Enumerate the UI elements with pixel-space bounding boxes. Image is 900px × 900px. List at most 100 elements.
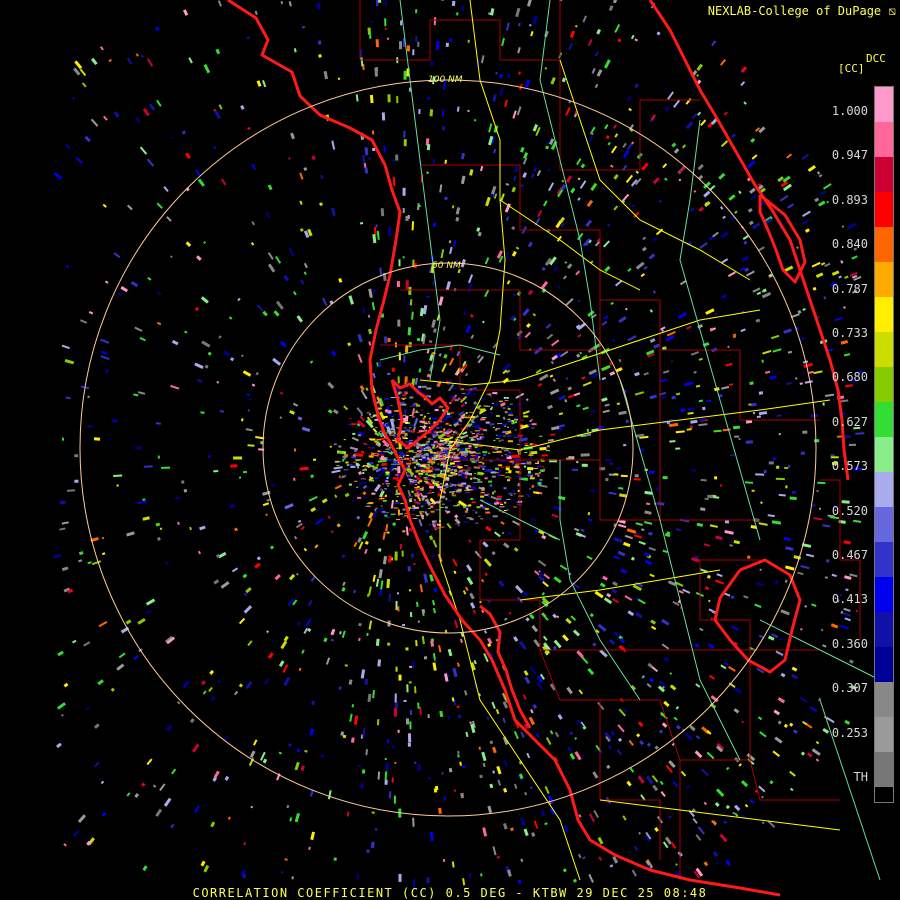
echo-gate — [492, 451, 498, 453]
echo-gate — [484, 477, 488, 480]
echo-gate — [532, 467, 538, 469]
echo-gate — [609, 462, 613, 465]
echo-gate — [338, 445, 342, 448]
echo-gate — [420, 420, 425, 423]
echo-gate — [449, 462, 455, 465]
echo-gate — [507, 420, 512, 423]
echo-gate — [414, 412, 420, 414]
echo-gate — [392, 159, 395, 162]
echo-gate — [381, 510, 386, 513]
echo-gate — [515, 470, 520, 474]
echo-gate — [651, 470, 655, 473]
ring-label-50: 50 NM — [432, 261, 461, 271]
echo-gate — [818, 507, 822, 510]
echo-gate — [434, 447, 436, 449]
echo-gate — [543, 467, 547, 469]
echo-gate — [415, 484, 418, 486]
echo-gate — [576, 461, 579, 464]
echo-gate — [474, 119, 477, 122]
echo-gate — [566, 457, 574, 460]
echo-gate — [504, 411, 508, 414]
echo-gate — [414, 418, 417, 420]
echo-gate — [513, 490, 515, 493]
echo-gate — [454, 431, 458, 434]
echo-gate — [456, 462, 459, 464]
echo-gate — [406, 476, 411, 479]
echo-gate — [426, 144, 431, 151]
echo-gate — [481, 417, 487, 419]
echo-gate — [497, 434, 502, 437]
echo-gate — [396, 463, 400, 465]
echo-gate — [554, 476, 559, 480]
echo-gate — [449, 38, 453, 42]
echo-gate — [472, 477, 476, 480]
echo-gate — [360, 783, 364, 789]
scale-swatch — [875, 717, 893, 753]
echo-gate — [349, 418, 352, 420]
echo-gate — [432, 467, 438, 470]
echo-gate — [785, 485, 788, 489]
echo-gate — [482, 462, 485, 465]
echo-gate — [488, 452, 491, 455]
echo-gate — [488, 480, 493, 483]
echo-gate — [460, 443, 463, 445]
echo-gate — [464, 456, 467, 458]
echo-gate — [377, 407, 382, 410]
echo-gate — [181, 480, 185, 484]
echo-gate — [342, 455, 348, 458]
scale-swatch — [875, 332, 893, 368]
echo-gate — [422, 417, 425, 420]
echo-gate — [428, 417, 431, 420]
scale-swatch — [875, 192, 893, 228]
echo-gate — [425, 447, 431, 450]
echo-gate — [430, 510, 435, 513]
echo-gate — [425, 501, 427, 504]
echo-gate — [398, 259, 401, 267]
echo-gate — [385, 762, 389, 771]
echo-gate — [293, 448, 297, 452]
echo-gate — [490, 396, 492, 398]
echo-gate — [420, 514, 424, 515]
scale-swatch — [875, 472, 893, 508]
echo-gate — [409, 299, 413, 306]
echo-gate — [493, 490, 496, 493]
echo-gate — [608, 473, 615, 476]
echo-gate — [434, 526, 440, 529]
echo-gate — [546, 445, 550, 448]
echo-gate — [365, 505, 371, 507]
echo-gate — [424, 479, 428, 481]
echo-gate — [403, 70, 407, 80]
echo-gate — [428, 507, 431, 509]
echo-gate — [366, 486, 369, 488]
echo-gate — [421, 609, 426, 614]
echo-gate — [364, 444, 368, 445]
echo-gate — [814, 439, 820, 443]
echo-gate — [464, 470, 467, 472]
echo-gate — [386, 739, 389, 744]
echo-gate — [444, 438, 450, 441]
echo-gate — [394, 551, 398, 561]
echo-gate — [524, 442, 528, 445]
echo-gate — [414, 494, 420, 497]
echo-gate — [369, 465, 374, 468]
echo-gate — [416, 432, 421, 433]
echo-gate — [366, 849, 370, 853]
echo-gate — [457, 463, 463, 465]
echo-gate — [469, 437, 475, 439]
echo-gate — [402, 394, 407, 397]
echo-gate — [481, 489, 485, 491]
echo-gate — [425, 482, 430, 484]
echo-gate — [415, 9, 418, 14]
echo-gate — [400, 512, 403, 515]
echo-gate — [440, 437, 445, 439]
echo-gate — [370, 20, 373, 23]
echo-gate — [463, 417, 469, 419]
echo-gate — [498, 464, 503, 467]
echo-gate — [429, 490, 432, 492]
echo-gate — [830, 456, 839, 459]
echo-gate — [418, 109, 421, 115]
echo-gate — [392, 414, 396, 416]
echo-gate — [506, 498, 511, 500]
echo-gate — [357, 496, 362, 499]
echo-gate — [429, 459, 435, 461]
